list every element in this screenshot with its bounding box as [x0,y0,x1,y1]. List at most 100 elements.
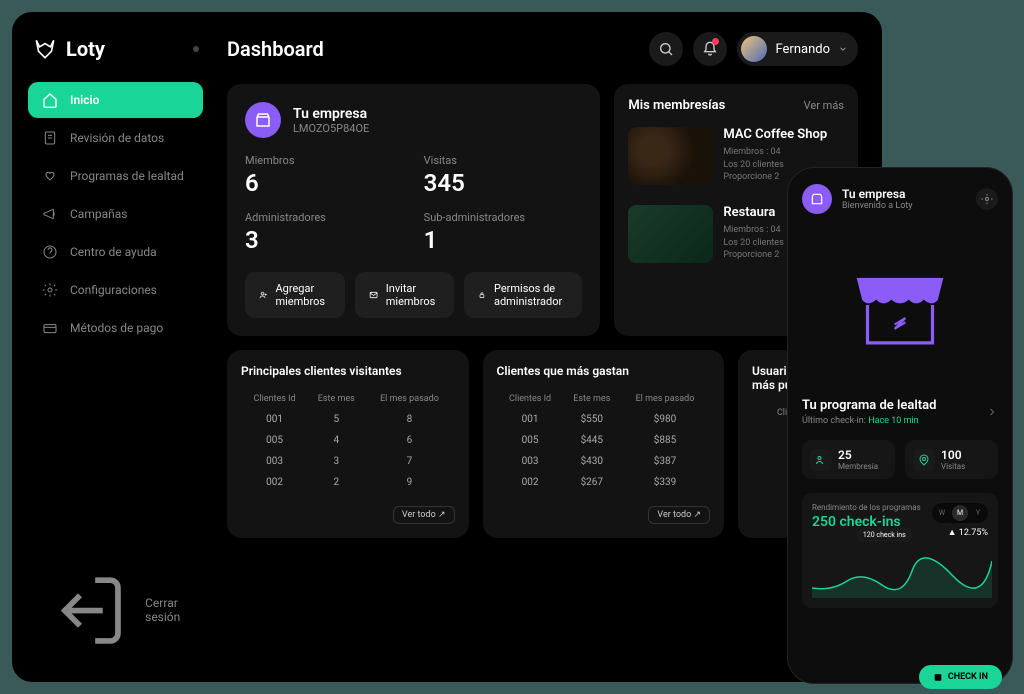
awning-icon [835,240,965,370]
membership-detail: Miembros : 04 [723,146,844,159]
company-actions: Agregar miembros Invitar miembros Permis… [245,272,582,318]
heart-hand-icon [42,168,58,184]
lock-icon [478,288,486,302]
admin-permissions-button[interactable]: Permisos de administrador [464,272,582,318]
logout-icon [42,565,133,656]
loyalty-program-row[interactable]: Tu programa de lealtad Último check-in: … [802,398,998,426]
ver-mas-link[interactable]: Ver más [804,99,844,112]
subadmins-label: Sub-administradores [424,211,583,224]
nav-label: Campañas [70,207,127,221]
sparkline-icon [812,553,992,598]
nav-label: Revisión de datos [70,131,164,145]
table-row: 00546 [243,431,453,450]
table-row: 003$430$387 [499,452,709,471]
nav-list: Inicio Revisión de datos Programas de le… [28,82,203,346]
membership-stat: 25Membresía [802,440,895,479]
store-illustration [802,230,998,380]
checkin-button[interactable]: CHECK IN [919,665,1002,689]
user-plus-icon [259,288,267,302]
add-members-button[interactable]: Agregar miembros [245,272,345,318]
table-title: Principales clientes visitantes [241,364,455,378]
company-column: Tu empresa LMOZO5P84OE Miembros 6 Visitas… [227,84,600,336]
logout-button[interactable]: Cerrar sesión [28,555,203,666]
table-row: 00229 [243,473,453,492]
help-icon [42,244,58,260]
spenders-table: Clientes IdEste mesEl mes pasado001$550$… [497,388,711,494]
visits-label: Visitas [424,154,583,167]
user-name: Fernando [775,42,830,57]
tab-year[interactable]: Y [970,505,986,521]
nav-revision[interactable]: Revisión de datos [28,120,203,156]
visitors-table-card: Principales clientes visitantes Clientes… [227,350,469,538]
ver-todo-button[interactable]: Ver todo ↗ [393,506,455,524]
stat-value: 100 [941,448,965,462]
gear-icon [42,282,58,298]
action-label: Permisos de administrador [494,282,568,308]
search-icon [658,41,674,57]
tab-month[interactable]: M [952,505,968,521]
nav-pago[interactable]: Métodos de pago [28,310,203,346]
logout-label: Cerrar sesión [145,596,189,624]
mail-icon [369,288,378,302]
stat-boxes: 25Membresía 100Visitas [802,440,998,479]
tab-week[interactable]: W [934,505,950,521]
percent-change: ▲ 12.75% [932,527,988,538]
nav-label: Centro de ayuda [70,245,157,259]
main-content: Dashboard Fernando Tu empresa [203,28,866,666]
content-row: Tu empresa LMOZO5P84OE Miembros 6 Visitas… [227,84,858,336]
action-label: Agregar miembros [275,282,330,308]
company-code: LMOZO5P84OE [293,122,369,135]
location-icon [913,449,935,471]
membership-image [628,127,713,185]
page-title: Dashboard [227,37,324,61]
company-card: Tu empresa LMOZO5P84OE Miembros 6 Visitas… [227,84,600,336]
company-header: Tu empresa LMOZO5P84OE [245,102,582,138]
visits-value: 345 [424,169,583,197]
invite-members-button[interactable]: Invitar miembros [355,272,455,318]
nav-label: Métodos de pago [70,321,163,335]
mobile-welcome: Bienvenido a Loty [842,201,913,211]
desktop-window: Loty Inicio Revisión de datos Programas … [12,12,882,682]
table-row: 005$445$885 [499,431,709,450]
gear-icon [981,193,993,205]
period-tabs[interactable]: W M Y [932,503,988,523]
nav-config[interactable]: Configuraciones [28,272,203,308]
tables-row: Principales clientes visitantes Clientes… [227,350,858,538]
nav-label: Configuraciones [70,283,157,297]
stat-label: Membresía [838,462,878,471]
settings-button[interactable] [976,188,998,210]
nav-programas[interactable]: Programas de lealtad [28,158,203,194]
nav-campanas[interactable]: Campañas [28,196,203,232]
store-icon [245,102,281,138]
spenders-table-card: Clientes que más gastan Clientes IdEste … [483,350,725,538]
visitors-table: Clientes IdEste mesEl mes pasado00158005… [241,388,455,494]
stats-grid: Miembros6 Visitas345 Administradores3 Su… [245,154,582,254]
search-button[interactable] [649,32,683,66]
ver-todo-button[interactable]: Ver todo ↗ [648,506,710,524]
nav-ayuda[interactable]: Centro de ayuda [28,234,203,270]
stat-label: Visitas [941,462,965,471]
notifications-button[interactable] [693,32,727,66]
avatar [741,36,767,62]
table-row: 002$267$339 [499,473,709,492]
chart-label: Rendimiento de los programas [812,503,921,512]
membership-name: MAC Coffee Shop [723,127,844,142]
action-label: Invitar miembros [386,282,440,308]
memberships-title: Mis membresías [628,98,725,113]
wolf-icon [32,36,58,62]
admins-value: 3 [245,226,404,254]
program-title: Tu programa de lealtad [802,398,936,413]
mobile-preview: Tu empresa Bienvenido a Loty Tu programa… [788,168,1012,683]
nav-inicio[interactable]: Inicio [28,82,203,118]
nav-label: Programas de lealtad [70,169,184,183]
user-menu[interactable]: Fernando [737,32,858,66]
membership-image [628,205,713,263]
store-icon [802,184,832,214]
checkin-status: Último check-in: Hace 10 min [802,416,936,426]
subadmins-value: 1 [424,226,583,254]
members-value: 6 [245,169,404,197]
members-label: Miembros [245,154,404,167]
chart-tooltip: 120 check ins [857,528,912,542]
brand-logo: Loty [28,28,203,82]
mobile-header: Tu empresa Bienvenido a Loty [802,184,998,214]
